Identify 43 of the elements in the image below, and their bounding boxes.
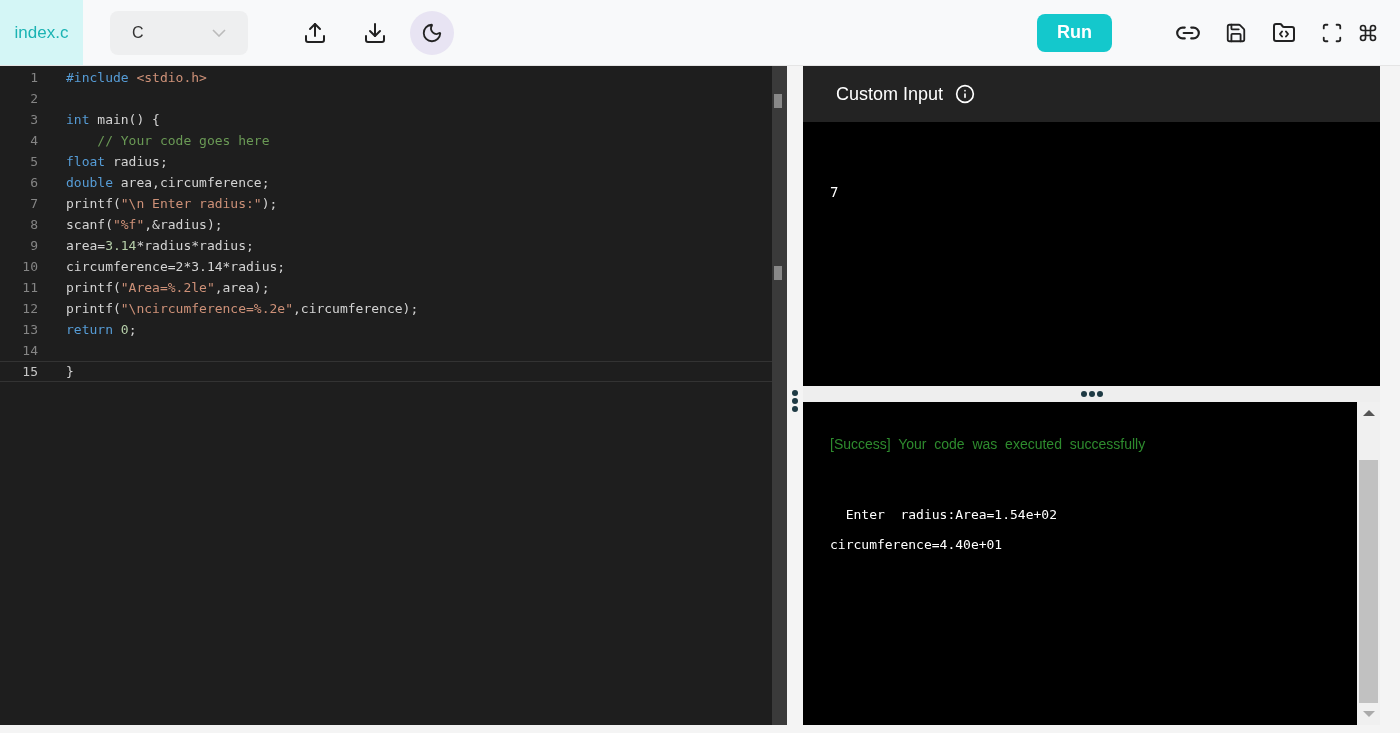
scroll-down-icon <box>1362 711 1375 717</box>
line-number: 11 <box>21 278 38 297</box>
moon-icon[interactable] <box>410 10 454 55</box>
line-number: 3 <box>29 110 38 129</box>
line-number: 2 <box>29 89 38 108</box>
line-number: 1 <box>29 68 38 87</box>
line-number: 7 <box>29 194 38 213</box>
code-line: area=3.14*radius*radius; <box>66 236 254 255</box>
output-line: circumference=4.40e+01 <box>830 535 1004 554</box>
language-dropdown[interactable]: C <box>110 10 248 55</box>
code-line: double area,circumference; <box>66 173 270 192</box>
line-number: 9 <box>29 236 38 255</box>
code-line: float radius; <box>66 152 168 171</box>
code-line: printf("\ncircumference=%.2e",circumference); <box>66 299 419 318</box>
output-line: Enter radius:Area=1.54e+02 <box>844 506 1058 524</box>
code-line: scanf("%f",&radius); <box>66 215 223 234</box>
line-number: 10 <box>21 257 38 276</box>
code-line: // Your code goes here <box>96 131 270 150</box>
success-message: [Success] Your code was executed successfully <box>830 435 1147 454</box>
line-number: 4 <box>29 131 38 150</box>
line-number: 13 <box>21 320 38 339</box>
vertical-resize-handle[interactable] <box>792 389 798 412</box>
editor-scrollbar[interactable] <box>772 66 787 725</box>
horizontal-resize-handle[interactable] <box>1080 391 1103 397</box>
code-line: } <box>66 362 74 381</box>
code-line: circumference=2*3.14*radius; <box>66 257 286 276</box>
line-number: 12 <box>21 299 38 318</box>
code-line: printf("\n Enter radius:"); <box>66 194 278 213</box>
chevron-down-icon <box>212 28 226 37</box>
line-number: 6 <box>29 173 38 192</box>
scroll-up-icon <box>1362 410 1375 416</box>
line-number: 14 <box>21 341 38 360</box>
code-line: int main() { <box>66 110 160 129</box>
line-number: 5 <box>29 152 38 171</box>
info-icon <box>955 84 976 104</box>
custom-input-title: Custom Input <box>836 82 944 106</box>
output-scrollbar[interactable] <box>1357 402 1380 725</box>
line-number: 8 <box>29 215 38 234</box>
line-number: 15 <box>21 362 38 381</box>
code-line: return 0; <box>66 320 137 339</box>
code-line: #include <stdio.h> <box>66 68 207 87</box>
custom-input-field[interactable]: 7 <box>803 122 1380 386</box>
code-line: printf("Area=%.2le",area); <box>66 278 270 297</box>
